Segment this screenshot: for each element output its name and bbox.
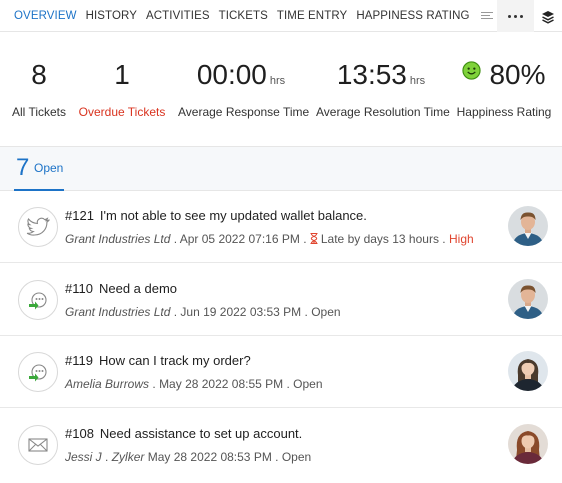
ticket-priority: High [448, 232, 474, 246]
ticket-title: How can I track my order? [98, 353, 251, 368]
web-form-icon [29, 364, 47, 382]
separator: . [442, 232, 446, 246]
ticket-number: #108 [65, 426, 94, 441]
separator: . [105, 450, 109, 464]
tab-tickets[interactable]: TICKETS [219, 10, 268, 22]
agent-avatar-icon [508, 279, 548, 319]
dot-icon [520, 14, 523, 18]
ticket-date: May 28 2022 08:55 PM [159, 377, 284, 391]
tab-activities[interactable]: ACTIVITIES [146, 10, 210, 22]
ticket-subject[interactable]: #121 I'm not able to see my updated walle… [65, 208, 367, 223]
ticket-status: Open [293, 377, 323, 391]
tab-bar: OVERVIEW HISTORY ACTIVITIES TICKETS TIME… [14, 0, 493, 32]
ticket-title: Need assistance to set up account. [99, 426, 303, 441]
stats-panel: 8 All Tickets 1 Overdue Tickets 00:00 hrs… [0, 33, 562, 147]
hourglass-icon [310, 233, 318, 244]
dot-icon [508, 14, 511, 18]
ticket-meta: Grant Industries Ltd . Jun 19 2022 03:53… [65, 305, 341, 319]
avg-resolution-unit: hrs [409, 75, 426, 87]
ticket-account[interactable]: Grant Industries Ltd [65, 305, 170, 319]
ticket-date: Jun 19 2022 03:53 PM [180, 305, 302, 319]
avg-response-time: 00:00 [196, 59, 267, 90]
avatar[interactable] [508, 351, 548, 391]
separator: . [303, 232, 307, 246]
tab-menu-icon[interactable] [480, 12, 493, 20]
separator: . [286, 377, 290, 391]
channel-badge [18, 425, 58, 465]
avg-response-label: Average Response Time [178, 105, 310, 119]
email-icon [28, 438, 48, 452]
ticket-number: #121 [65, 208, 94, 223]
tab-happiness-rating[interactable]: HAPPINESS RATING [356, 10, 469, 22]
tab-time-entry[interactable]: TIME ENTRY [277, 10, 347, 22]
overdue-tickets-value: 1 [114, 59, 130, 90]
avatar[interactable] [508, 424, 548, 464]
open-count: 7 [16, 154, 30, 181]
separator: . [304, 305, 308, 319]
channel-badge [18, 280, 58, 320]
ticket-title: Need a demo [98, 281, 178, 296]
ticket-status: Open [311, 305, 341, 319]
layers-icon[interactable] [540, 9, 556, 25]
avg-resolution-time: 13:53 [336, 59, 407, 90]
channel-badge [18, 352, 58, 392]
ticket-row[interactable]: #108 Need assistance to set up account. J… [0, 409, 562, 481]
avg-response-value: 00:00 hrs [178, 59, 304, 91]
separator: . [173, 232, 178, 246]
avg-resolution-value: 13:53 hrs [316, 59, 446, 91]
agent-avatar-icon [508, 206, 548, 246]
avg-resolution-label: Average Resolution Time [316, 105, 450, 119]
ticket-status: Open [281, 450, 312, 464]
smiley-icon [462, 61, 482, 80]
ticket-overdue-text: Late by days 13 hours [320, 232, 439, 246]
ticket-row[interactable]: #119 How can I track my order? Amelia Bur… [0, 336, 562, 408]
ticket-meta: Amelia Burrows . May 28 2022 08:55 PM . … [65, 377, 323, 391]
top-nav: OVERVIEW HISTORY ACTIVITIES TICKETS TIME… [0, 0, 562, 32]
happiness-percentage: 80% [489, 59, 546, 90]
ticket-subject[interactable]: #108 Need assistance to set up account. [65, 426, 302, 441]
ticket-contact[interactable]: Amelia Burrows [65, 377, 149, 391]
ticket-row[interactable]: #110 Need a demo Grant Industries Ltd . J… [0, 264, 562, 336]
more-options-button[interactable] [497, 0, 534, 32]
web-form-icon [29, 292, 47, 310]
twitter-icon [26, 217, 50, 236]
ticket-row[interactable]: #121 I'm not able to see my updated walle… [0, 191, 562, 263]
ticket-company[interactable]: Zylker [112, 450, 145, 464]
avg-response-unit: hrs [269, 75, 286, 87]
ticket-date: May 28 2022 08:53 PM [147, 450, 272, 464]
channel-badge [18, 207, 58, 247]
happiness-value: 80% [456, 59, 552, 91]
separator: . [173, 305, 178, 319]
ticket-status-bar: 7 Open [0, 147, 562, 191]
agent-avatar-icon [508, 424, 548, 464]
ticket-title: I'm not able to see my updated wallet ba… [99, 208, 367, 223]
ticket-number: #119 [65, 353, 93, 368]
tab-overview[interactable]: OVERVIEW [14, 10, 77, 22]
separator: . [275, 450, 279, 464]
avatar[interactable] [508, 279, 548, 319]
ticket-meta: Grant Industries Ltd . Apr 05 2022 07:16… [65, 232, 474, 246]
open-label: Open [34, 161, 64, 175]
avatar[interactable] [508, 206, 548, 246]
ticket-number: #110 [65, 281, 93, 296]
happiness-label: Happiness Rating [456, 105, 552, 119]
tab-open-tickets[interactable]: 7 Open [14, 147, 64, 191]
ticket-contact[interactable]: Jessi J [65, 450, 102, 464]
all-tickets-label: All Tickets [11, 105, 66, 119]
ticket-subject[interactable]: #110 Need a demo [65, 281, 177, 296]
dot-icon [514, 14, 517, 18]
tab-history[interactable]: HISTORY [86, 10, 137, 22]
agent-avatar-icon [508, 351, 548, 391]
ticket-account[interactable]: Grant Industries Ltd [65, 232, 170, 246]
all-tickets-value: 8 [31, 59, 47, 90]
overdue-tickets-label: Overdue Tickets [78, 105, 166, 119]
ticket-date: Apr 05 2022 07:16 PM [179, 232, 300, 246]
ticket-meta: Jessi J . Zylker May 28 2022 08:53 PM . … [65, 450, 311, 464]
ticket-subject[interactable]: #119 How can I track my order? [65, 353, 251, 368]
separator: . [152, 377, 156, 391]
